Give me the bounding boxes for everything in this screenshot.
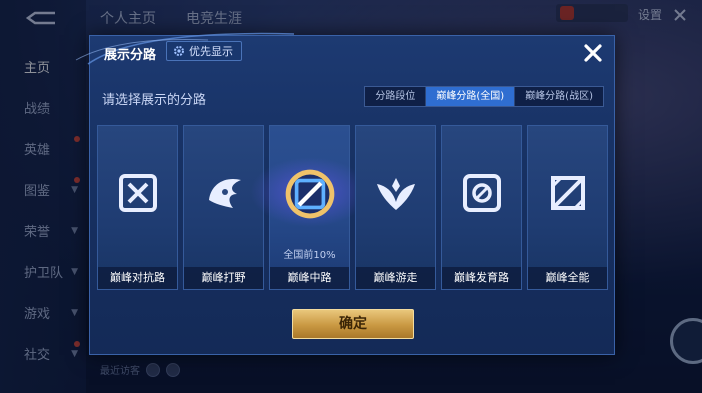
lane-display-dialog: 展示分路 优先显示 请选择展示的分路 分路段位 巅峰分路(全国) 巅峰分路(战区… — [75, 32, 616, 355]
all-round-icon — [550, 176, 585, 210]
tab-peak-lane-national[interactable]: 巅峰分路(全国) — [426, 87, 516, 106]
lane-card-label: 巅峰对抗路 — [98, 267, 177, 289]
lane-card[interactable]: 巅峰全能 — [527, 125, 608, 290]
priority-display-label: 优先显示 — [189, 45, 233, 58]
close-button[interactable] — [580, 40, 606, 66]
farm-lane-icon — [462, 174, 501, 212]
gear-icon — [174, 46, 184, 56]
lane-card[interactable]: 全国前10% 巅峰中路 — [249, 125, 370, 290]
roam-icon — [376, 178, 415, 210]
lane-card-label: 巅峰打野 — [184, 267, 263, 289]
lane-card[interactable]: 巅峰发育路 — [441, 125, 522, 290]
lane-select-prompt: 请选择展示的分路 — [102, 93, 207, 108]
priority-display-button[interactable]: 优先显示 — [166, 41, 242, 61]
confirm-button[interactable]: 确定 — [292, 309, 414, 339]
clash-lane-icon — [118, 174, 157, 212]
lane-card[interactable]: 巅峰游走 — [355, 125, 436, 290]
lane-card-label: 巅峰全能 — [528, 267, 607, 289]
lane-source-tabs: 分路段位 巅峰分路(全国) 巅峰分路(战区) — [364, 86, 604, 107]
mid-lane-icon — [285, 169, 334, 219]
close-icon — [584, 44, 602, 62]
lane-rank-text: 全国前10% — [283, 250, 336, 261]
tab-lane-rank[interactable]: 分路段位 — [365, 87, 427, 106]
lane-card-label: 巅峰游走 — [356, 267, 435, 289]
lane-card[interactable]: 巅峰对抗路 — [97, 125, 178, 290]
dialog-header: 展示分路 优先显示 — [75, 32, 616, 68]
dialog-title: 展示分路 — [104, 48, 157, 63]
lane-card-label: 巅峰中路 — [270, 267, 349, 289]
lane-card-label: 巅峰发育路 — [442, 267, 521, 289]
tab-peak-lane-region[interactable]: 巅峰分路(战区) — [515, 87, 603, 106]
lane-card-list: 巅峰对抗路 巅峰打野 全国前10% 巅峰中路 巅峰游走 巅峰发育路 巅峰全能 — [97, 125, 609, 290]
jungle-icon — [208, 178, 241, 208]
